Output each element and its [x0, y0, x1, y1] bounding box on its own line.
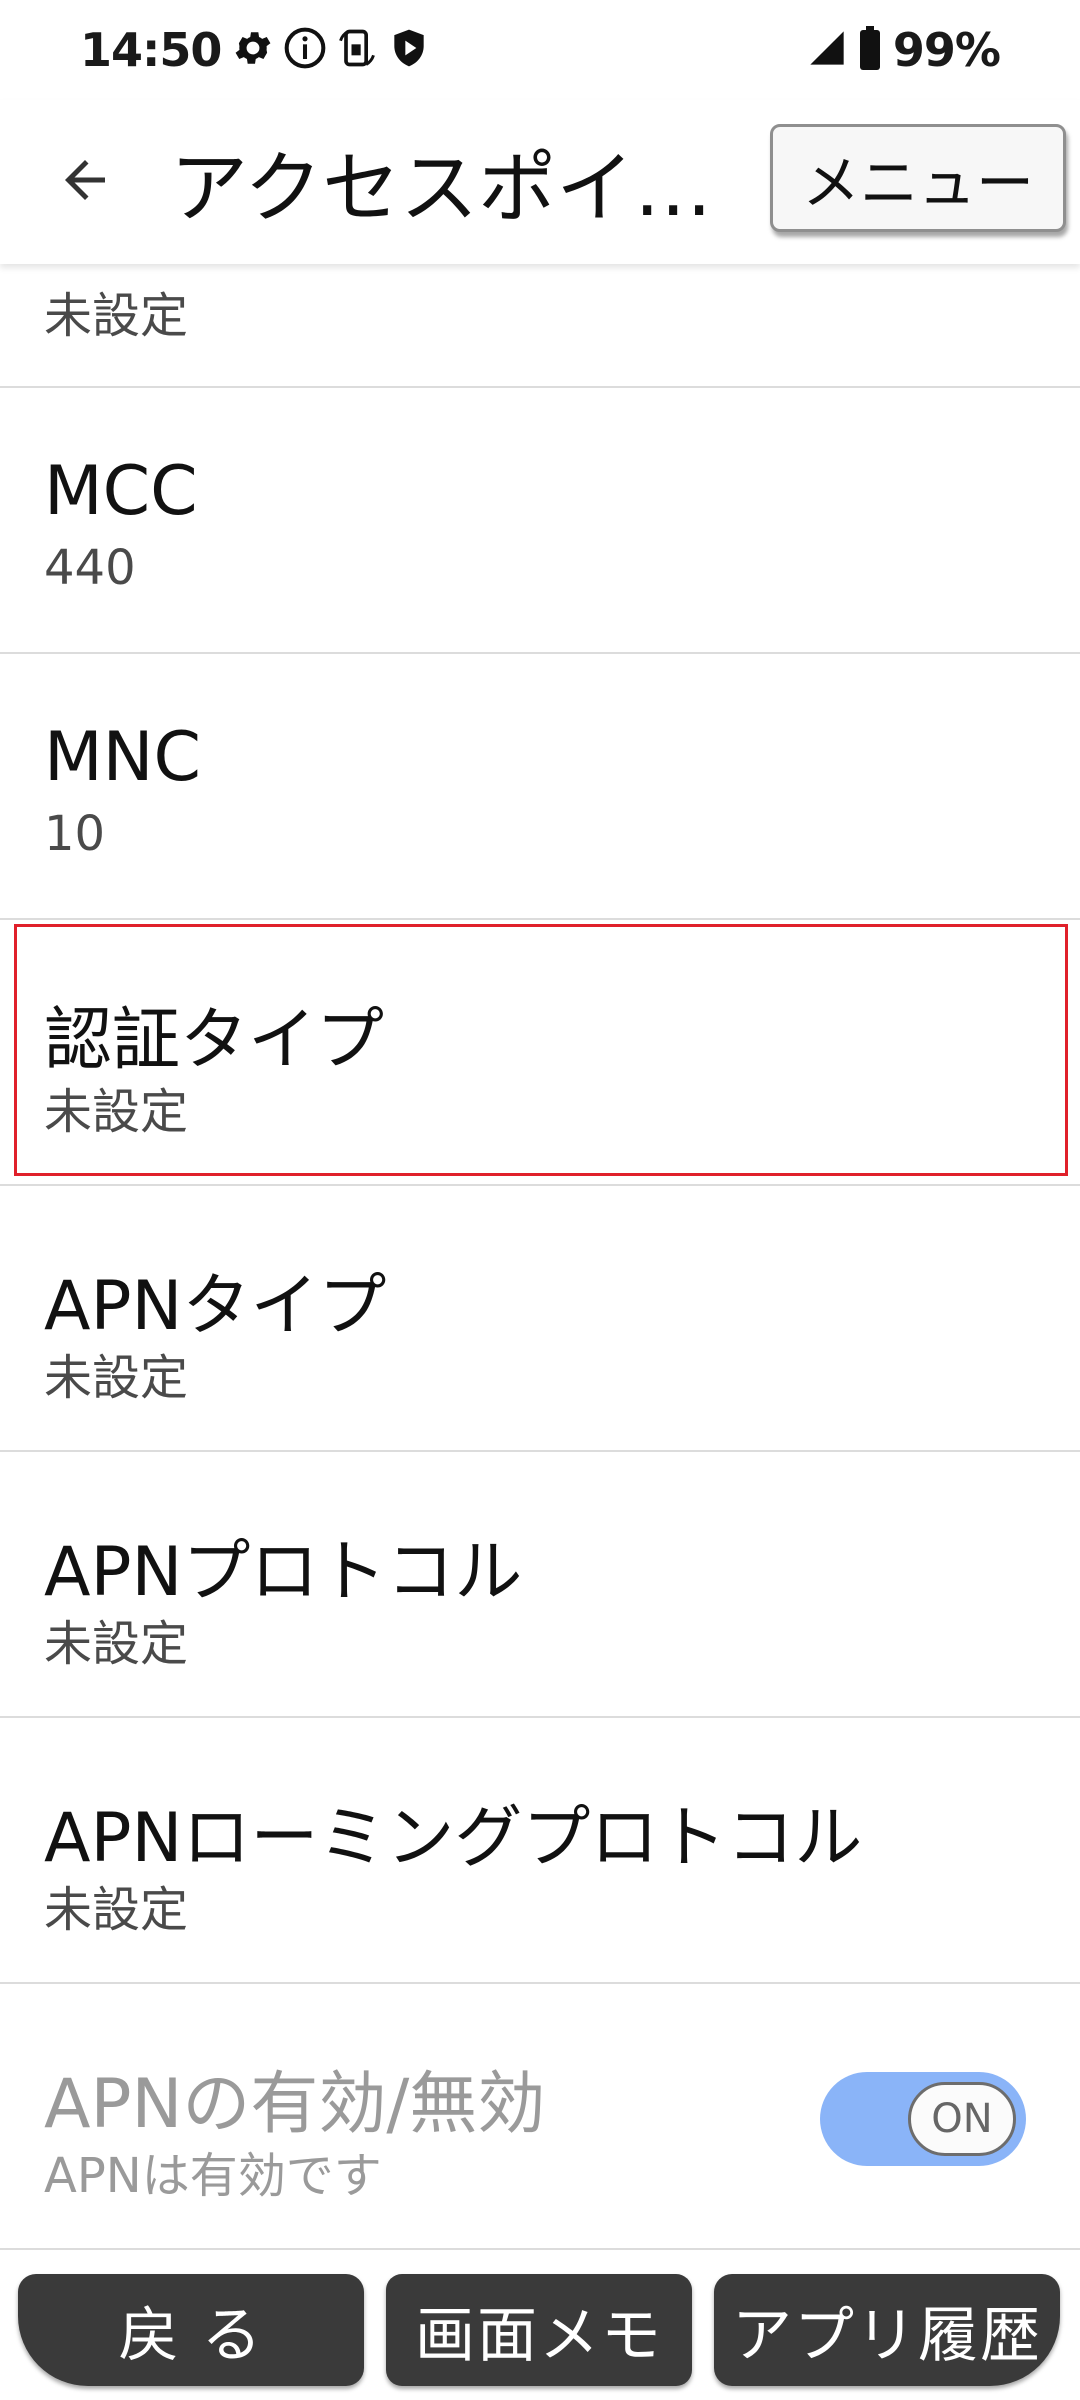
list-item-summary: 未設定: [44, 1616, 189, 1672]
screen: 14:50 99% アクセスポイ… メニュー 未設定 MCC 440 MNC 1…: [0, 0, 1080, 2400]
list-item-summary: 10: [44, 806, 106, 862]
status-right: 99%: [807, 23, 1001, 77]
apn-enable-toggle[interactable]: ON: [820, 2072, 1026, 2166]
battery-percent: 99%: [892, 23, 1001, 77]
list-item-partial[interactable]: 未設定: [0, 264, 1080, 388]
list-item-summary: 未設定: [44, 1882, 189, 1938]
status-left: 14:50: [80, 23, 431, 77]
list-item-auth-type[interactable]: 認証タイプ 未設定: [0, 920, 1080, 1186]
list-item-title: MCC: [44, 452, 198, 531]
app-bar: アクセスポイ… メニュー: [0, 100, 1080, 264]
list-item-title: APNローミングプロトコル: [44, 1799, 863, 1878]
nav-app-history-button[interactable]: アプリ履歴: [714, 2274, 1060, 2386]
list-item-apn-protocol[interactable]: APNプロトコル 未設定: [0, 1452, 1080, 1718]
bottom-nav: 戻 る 画面メモ アプリ履歴: [0, 2250, 1080, 2400]
status-time: 14:50: [80, 23, 222, 77]
list-item-mcc[interactable]: MCC 440: [0, 388, 1080, 654]
list-item-mnc[interactable]: MNC 10: [0, 654, 1080, 920]
nav-screen-memo-button[interactable]: 画面メモ: [386, 2274, 692, 2386]
list-item-title: MNC: [44, 718, 202, 797]
list-item-summary: 未設定: [44, 288, 189, 344]
page-title: アクセスポイ…: [170, 144, 713, 234]
list-item-title: 認証タイプ: [44, 1001, 385, 1080]
signal-icon: [807, 28, 847, 72]
status-bar: 14:50 99%: [0, 0, 1080, 100]
status-icons: [231, 26, 431, 74]
battery-icon: [857, 26, 883, 74]
back-button[interactable]: [0, 100, 170, 264]
shield-icon: [387, 26, 431, 74]
list-item-summary: 未設定: [44, 1084, 189, 1140]
list-item-apn-enable: APNの有効/無効 APNは有効です ON: [0, 1984, 1080, 2250]
gear-icon: [231, 26, 275, 74]
settings-list: 未設定 MCC 440 MNC 10 認証タイプ 未設定 APNタイプ 未設定 …: [0, 264, 1080, 2250]
list-item-apn-roaming-protocol[interactable]: APNローミングプロトコル 未設定: [0, 1718, 1080, 1984]
list-item-apn-type[interactable]: APNタイプ 未設定: [0, 1186, 1080, 1452]
menu-button[interactable]: メニュー: [770, 124, 1066, 232]
list-item-title: APNプロトコル: [44, 1533, 523, 1612]
list-item-summary: APNは有効です: [44, 2148, 382, 2204]
info-icon: [283, 26, 327, 74]
arrow-back-icon: [55, 150, 115, 214]
toggle-knob: ON: [908, 2082, 1016, 2156]
nav-back-button[interactable]: 戻 る: [18, 2274, 364, 2386]
list-item-summary: 未設定: [44, 1350, 189, 1406]
list-item-title: APNタイプ: [44, 1267, 387, 1346]
list-item-title: APNの有効/無効: [44, 2065, 546, 2144]
screen-rotate-icon: [335, 26, 379, 74]
list-item-summary: 440: [44, 540, 136, 596]
